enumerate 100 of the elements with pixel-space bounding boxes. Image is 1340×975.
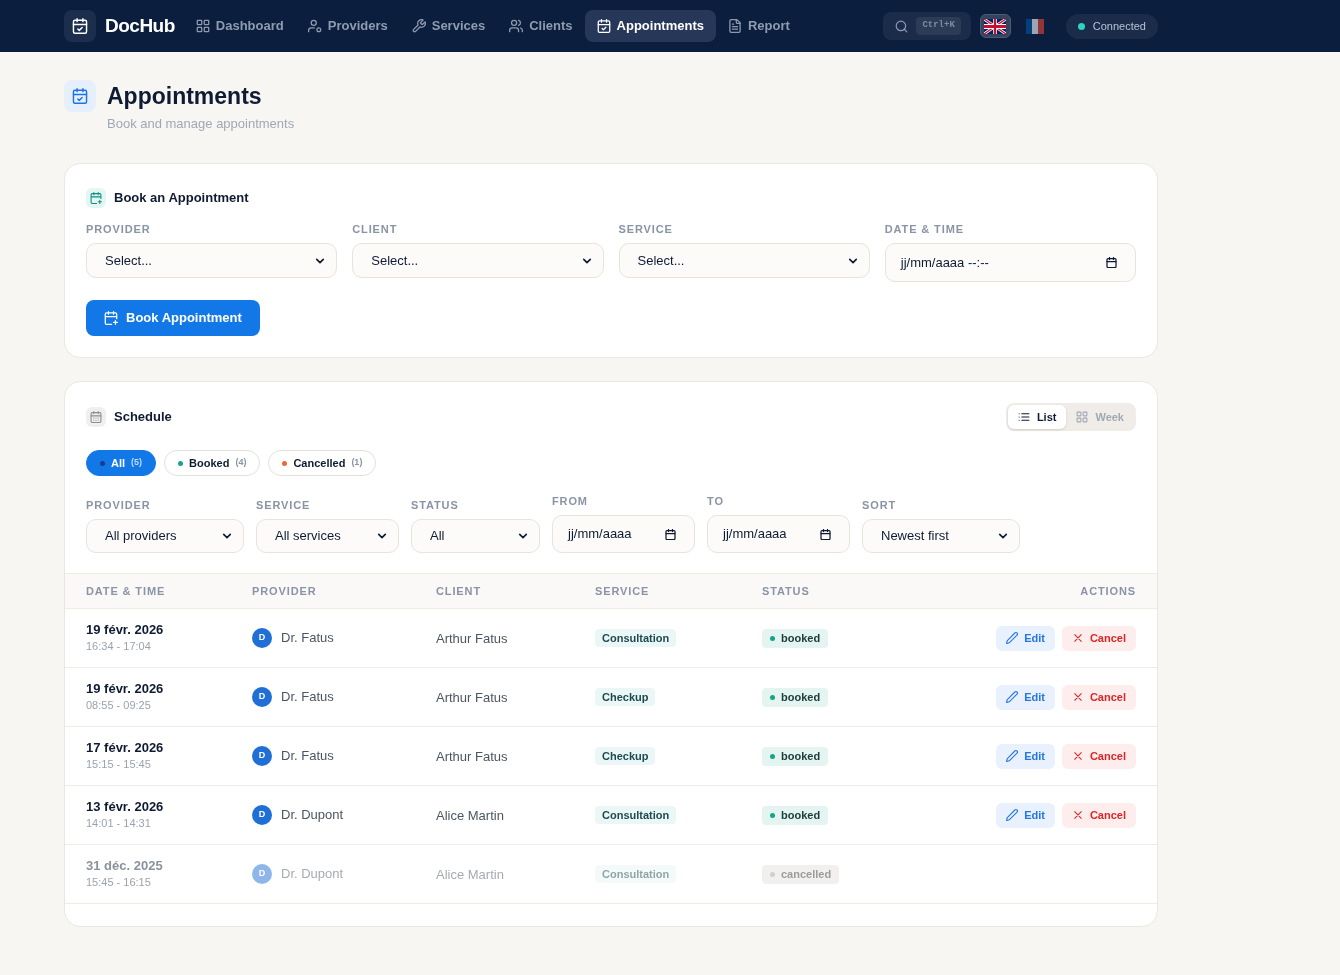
view-tab[interactable]: List <box>1007 405 1067 429</box>
avatar: D <box>252 746 272 766</box>
chip-count: (4) <box>235 456 247 470</box>
cancel-button[interactable]: Cancel <box>1061 743 1136 769</box>
date-field[interactable]: jj/mm/aaaa <box>707 515 850 553</box>
edit-button[interactable]: Edit <box>996 625 1055 651</box>
avatar: D <box>252 687 272 707</box>
uk-flag-icon <box>984 18 1007 34</box>
cancel-button[interactable]: Cancel <box>1061 625 1136 651</box>
chip-count: (5) <box>131 456 143 470</box>
edit-button[interactable]: Edit <box>996 802 1055 828</box>
book-button[interactable]: Book Appointment <box>86 300 260 336</box>
provider-name: Dr. Dupont <box>281 865 344 884</box>
calendar-plus-icon <box>86 188 106 208</box>
appointment-time: 15:15 - 15:45 <box>86 757 152 772</box>
field-label: SERVICE <box>256 498 312 513</box>
column-header: ACTIONS <box>1079 583 1136 599</box>
calendar-icon <box>86 407 106 427</box>
edit-button[interactable]: Edit <box>996 684 1055 710</box>
nav-item[interactable]: Appointments <box>584 10 716 42</box>
france-flag-icon <box>1026 18 1045 34</box>
column-header: SERVICE <box>595 583 651 599</box>
filter-chip[interactable]: All (5) <box>86 450 157 476</box>
dropdown[interactable]: All providers <box>86 519 244 553</box>
field-label: CLIENT <box>352 222 399 237</box>
calendar-icon <box>1106 257 1117 268</box>
calendar-icon <box>820 528 831 540</box>
status-label: booked <box>781 748 821 764</box>
dropdown[interactable]: Select... <box>352 243 604 278</box>
appointment-date: 19 févr. 2026 <box>86 622 165 638</box>
edit-button[interactable]: Edit <box>996 743 1055 769</box>
dropdown[interactable]: Select... <box>618 243 870 278</box>
service-tag: Consultation <box>595 629 677 647</box>
x-icon <box>1071 691 1084 703</box>
x-icon <box>1071 750 1084 762</box>
dropdown[interactable]: All services <box>256 519 399 553</box>
wrench-icon <box>411 19 426 33</box>
datetime-field[interactable]: jj/mm/aaaa --:-- <box>884 243 1136 282</box>
appointment-date: 31 déc. 2025 <box>86 858 164 874</box>
card-title: Book an Appointment <box>114 189 249 208</box>
filter-chip[interactable]: Booked (4) <box>164 450 261 476</box>
client-name: Arthur Fatus <box>436 749 508 764</box>
appointment-date: 13 févr. 2026 <box>86 799 165 815</box>
search-button[interactable]: Ctrl+K <box>883 12 971 40</box>
provider-name: Dr. Fatus <box>281 629 334 648</box>
avatar: D <box>252 628 272 648</box>
card-title: Schedule <box>114 408 172 427</box>
calendar-icon <box>665 528 676 540</box>
search-icon <box>895 19 909 33</box>
page-title: Appointments <box>107 82 263 111</box>
service-tag: Checkup <box>595 747 656 765</box>
dropdown[interactable]: Select... <box>86 243 338 278</box>
filter-chip[interactable]: Cancelled (1) <box>268 450 377 476</box>
pencil-icon <box>1006 809 1019 821</box>
chip-count: (1) <box>351 456 363 470</box>
brand-name: DocHub <box>105 13 175 38</box>
client-name: Arthur Fatus <box>436 690 508 705</box>
provider-name: Dr. Fatus <box>281 688 334 707</box>
cancel-button[interactable]: Cancel <box>1061 684 1136 710</box>
field-label: STATUS <box>411 498 460 513</box>
field-label: SORT <box>862 498 898 513</box>
field-label: PROVIDER <box>86 498 152 513</box>
provider-name: Dr. Fatus <box>281 747 334 766</box>
appointment-time: 08:55 - 09:25 <box>86 698 152 713</box>
status-label: booked <box>781 689 821 705</box>
field-label: PROVIDER <box>86 222 152 237</box>
appointment-date: 19 févr. 2026 <box>86 681 165 697</box>
nav-item[interactable]: Providers <box>295 10 400 42</box>
appointment-time: 14:01 - 14:31 <box>86 816 152 831</box>
users-icon <box>509 19 524 33</box>
avatar: D <box>252 805 272 825</box>
client-name: Arthur Fatus <box>436 631 508 646</box>
dropdown[interactable]: Newest first <box>862 519 1020 553</box>
status-label: Connected <box>1092 18 1146 34</box>
column-header: CLIENT <box>436 583 482 599</box>
field-label: SERVICE <box>618 222 674 237</box>
avatar: D <box>252 864 272 884</box>
cancel-button[interactable]: Cancel <box>1061 802 1136 828</box>
nav-item[interactable]: Clients <box>497 10 585 42</box>
person-icon <box>307 19 322 33</box>
status-label: booked <box>781 807 821 823</box>
dropdown[interactable]: All <box>411 519 540 553</box>
nav-item[interactable]: Services <box>399 10 498 42</box>
calendar-check-icon <box>64 80 96 112</box>
column-header: STATUS <box>762 583 811 599</box>
status-label: booked <box>781 630 821 646</box>
column-header: DATE & TIME <box>86 583 167 599</box>
pencil-icon <box>1006 691 1019 703</box>
calendar-check-icon <box>596 19 611 33</box>
appointment-time: 15:45 - 16:15 <box>86 875 152 890</box>
column-header: PROVIDER <box>252 583 318 599</box>
shortcut-key: Ctrl+K <box>916 17 961 35</box>
pencil-icon <box>1006 632 1019 644</box>
calendar-plus-icon <box>104 311 118 325</box>
nav-item[interactable]: Report <box>715 10 802 42</box>
language-button[interactable] <box>979 14 1011 38</box>
page-subtitle: Book and manage appointments <box>107 116 295 132</box>
appointment-time: 16:34 - 17:04 <box>86 639 152 654</box>
nav-item[interactable]: Dashboard <box>183 10 296 42</box>
date-field[interactable]: jj/mm/aaaa <box>552 515 695 553</box>
